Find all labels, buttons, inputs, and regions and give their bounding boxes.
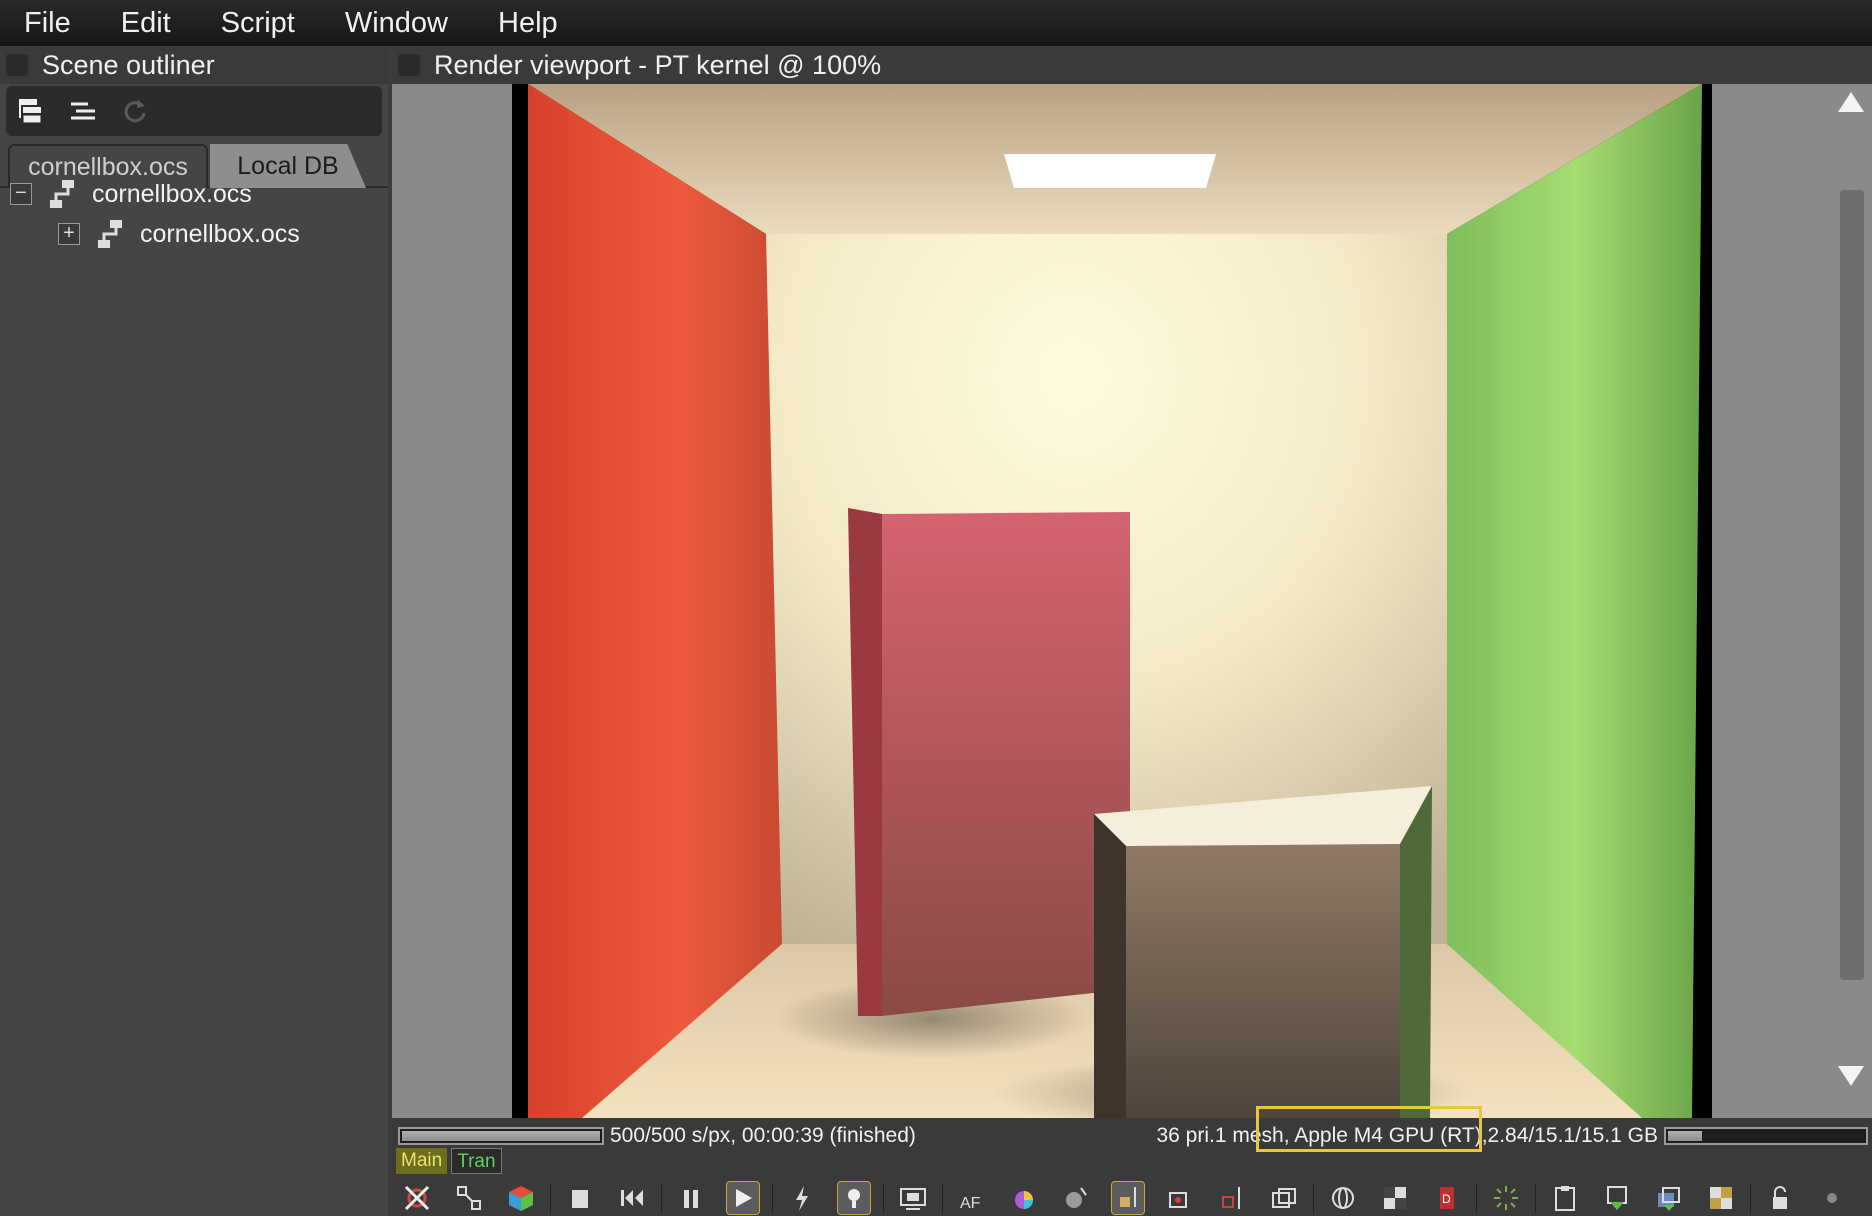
- memory-usage: 2.84/15.1/15.1 GB: [1487, 1124, 1658, 1147]
- light-bulb-icon[interactable]: [837, 1181, 871, 1215]
- svg-text:AF: AF: [960, 1195, 981, 1212]
- gpu-info-highlight: [1256, 1106, 1482, 1152]
- render-viewport-panel: Render viewport - PT kernel @ 100% 500/5…: [392, 46, 1872, 1216]
- copy-clipboard-icon[interactable]: [1548, 1181, 1582, 1215]
- collapse-all-icon[interactable]: [66, 94, 100, 128]
- tree-item-label: cornellbox.ocs: [92, 179, 252, 208]
- tree-item-root[interactable]: − cornellbox.ocs: [10, 176, 252, 212]
- menu-help[interactable]: Help: [498, 7, 558, 40]
- collapse-toggle[interactable]: −: [10, 183, 32, 205]
- viewport-pin-checkbox[interactable]: [398, 54, 420, 76]
- scroll-up-icon[interactable]: [1838, 92, 1864, 112]
- menu-script[interactable]: Script: [221, 7, 295, 40]
- checker-icon[interactable]: [1704, 1181, 1738, 1215]
- menu-edit[interactable]: Edit: [121, 7, 171, 40]
- recenter-view-icon[interactable]: [400, 1181, 434, 1215]
- outliner-header: Scene outliner: [0, 46, 388, 84]
- outliner-title: Scene outliner: [42, 49, 215, 80]
- render-progress-bar: [398, 1127, 604, 1145]
- restart-icon[interactable]: [615, 1181, 649, 1215]
- start-icon[interactable]: [726, 1181, 760, 1215]
- render-status-bar: 500/500 s/px, 00:00:39 (finished) 36 pri…: [392, 1118, 1872, 1154]
- pause-icon[interactable]: [674, 1181, 708, 1215]
- viewport-title: Render viewport - PT kernel @ 100%: [434, 49, 882, 80]
- samples-status: 500/500 s/px, 00:00:39 (finished): [610, 1124, 916, 1147]
- camera-target-icon[interactable]: [1163, 1181, 1197, 1215]
- viewport-header: Render viewport - PT kernel @ 100%: [392, 46, 1872, 84]
- object-picker-icon[interactable]: [1111, 1181, 1145, 1215]
- material-picker-icon[interactable]: [1059, 1181, 1093, 1215]
- color-picker-icon[interactable]: [1007, 1181, 1041, 1215]
- clay-mode-icon[interactable]: [1378, 1181, 1412, 1215]
- scene-outliner-panel: Scene outliner cornellbox.ocs Local DB −…: [0, 46, 388, 1216]
- settings-dot-icon[interactable]: [1815, 1181, 1849, 1215]
- mode-tran-button[interactable]: Tran: [451, 1148, 502, 1174]
- refresh-icon[interactable]: [118, 94, 152, 128]
- region-render-icon[interactable]: [896, 1181, 930, 1215]
- autofocus-icon[interactable]: AF: [955, 1181, 989, 1215]
- memory-progress-fill: [1668, 1131, 1702, 1141]
- scroll-down-icon[interactable]: [1838, 1066, 1864, 1086]
- tree-item-child[interactable]: + cornellbox.ocs: [58, 216, 300, 252]
- expand-all-icon[interactable]: [14, 94, 48, 128]
- crop-region-icon[interactable]: [1215, 1181, 1249, 1215]
- expand-toggle[interactable]: +: [58, 223, 80, 245]
- app-window: File Edit Script Window Help Scene outli…: [0, 0, 1872, 1216]
- scroll-thumb[interactable]: [1840, 190, 1864, 980]
- render-progress-fill: [402, 1131, 600, 1141]
- lightning-icon[interactable]: [785, 1181, 819, 1215]
- export-passes-icon[interactable]: [1652, 1181, 1686, 1215]
- subsample-icon[interactable]: D: [1430, 1181, 1464, 1215]
- scene-graph-icon: [50, 180, 74, 208]
- svg-text:D: D: [1442, 1192, 1451, 1206]
- mode-bar: Main Tran: [396, 1148, 506, 1176]
- render-image[interactable]: [512, 84, 1712, 1118]
- film-region-icon[interactable]: [1267, 1181, 1301, 1215]
- world-icon[interactable]: [1326, 1181, 1360, 1215]
- object-mode-icon[interactable]: [504, 1181, 538, 1215]
- menu-file[interactable]: File: [24, 7, 71, 40]
- viewport-scrollbar[interactable]: [1828, 84, 1872, 1118]
- scene-graph-icon: [98, 220, 122, 248]
- busy-icon[interactable]: [1489, 1181, 1523, 1215]
- viewport-canvas[interactable]: [392, 84, 1872, 1118]
- lock-icon[interactable]: [1763, 1181, 1797, 1215]
- outliner-pin-checkbox[interactable]: [6, 54, 28, 76]
- tree-item-label: cornellbox.ocs: [140, 219, 300, 248]
- outliner-toolbar: [6, 86, 382, 136]
- mode-main-button[interactable]: Main: [396, 1148, 448, 1174]
- render-toolbar: AF D: [392, 1180, 1872, 1216]
- reset-camera-icon[interactable]: [452, 1181, 486, 1215]
- stop-icon[interactable]: [563, 1181, 597, 1215]
- save-render-icon[interactable]: [1600, 1181, 1634, 1215]
- menu-window[interactable]: Window: [345, 7, 448, 40]
- memory-progress-bar: [1664, 1127, 1868, 1145]
- menu-bar: File Edit Script Window Help: [0, 0, 1872, 46]
